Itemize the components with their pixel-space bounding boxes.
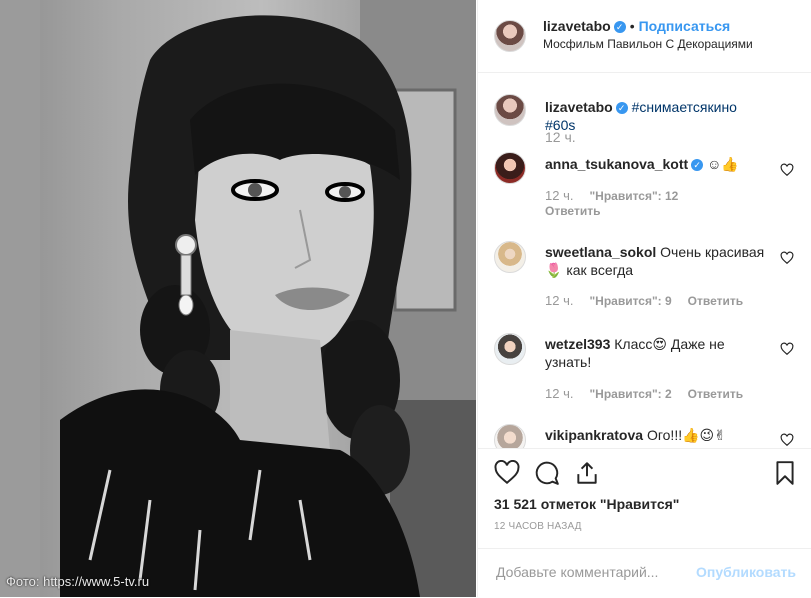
caption-text-line: lizavetabo ✓ #снимаетсякино #60s xyxy=(545,98,767,134)
comment-item: anna_tsukanova_kott ✓ ☺👍 12 ч. "Нравится":… xyxy=(494,152,794,232)
comment-item: vikipankratova Ого!!!👍😉✌ xyxy=(494,424,794,448)
comments-list[interactable]: lizavetabo ✓ #снимаетсякино #60s 12 ч. an… xyxy=(478,73,811,448)
comment-meta: 12 ч. "Нравится": 2 Ответить xyxy=(545,386,743,401)
verified-badge-icon: ✓ xyxy=(615,102,628,114)
author-username[interactable]: lizavetabo xyxy=(543,18,611,34)
comment-text: ☺👍 xyxy=(707,156,739,172)
author-avatar[interactable] xyxy=(494,20,526,52)
follow-button[interactable]: Подписаться xyxy=(639,18,731,34)
comment-input[interactable] xyxy=(494,563,698,581)
comment-like-heart-icon[interactable] xyxy=(780,342,794,356)
comment-reply-button[interactable]: Ответить xyxy=(688,294,743,308)
commenter-avatar[interactable] xyxy=(494,333,526,365)
comment-text-line: wetzel393 Класс😍 Даже не узнать! xyxy=(545,335,767,371)
commenter-avatar[interactable] xyxy=(494,241,526,273)
comment-likes[interactable]: "Нравится": 12 xyxy=(589,189,678,203)
post-header: lizavetabo ✓ • Подписаться Мосфильм Павильо… xyxy=(478,0,811,73)
commenter-avatar[interactable] xyxy=(494,152,526,184)
comment-meta: 12 ч. "Нравится": 12 xyxy=(545,188,678,203)
comment-item: wetzel393 Класс😍 Даже не узнать! 12 ч. "Н… xyxy=(494,333,794,413)
comment-likes[interactable]: "Нравится": 9 xyxy=(589,294,671,308)
heart-icon[interactable] xyxy=(494,460,520,486)
comment-text-line: vikipankratova Ого!!!👍😉✌ xyxy=(545,426,767,444)
caption-time: 12 ч. xyxy=(545,129,576,145)
separator-dot: • xyxy=(629,18,635,34)
comment-meta: 12 ч. "Нравится": 9 Ответить xyxy=(545,293,743,308)
comment-like-heart-icon[interactable] xyxy=(780,251,794,265)
comment-text: Ого!!!👍😉✌ xyxy=(646,427,726,443)
comment-item: sweetlana_sokol Очень красивая 🌷 как все… xyxy=(494,241,794,321)
comment-icon[interactable] xyxy=(534,460,560,486)
comment-reply-button[interactable]: Ответить xyxy=(545,204,600,218)
comment-username[interactable]: sweetlana_sokol xyxy=(545,244,656,260)
comment-like-heart-icon[interactable] xyxy=(780,433,794,447)
post-comment-button[interactable]: Опубликовать xyxy=(696,564,796,580)
comment-text-line: anna_tsukanova_kott ✓ ☺👍 xyxy=(545,155,767,173)
post-timestamp: 12 ЧАСОВ НАЗАД xyxy=(494,521,582,532)
comment-likes[interactable]: "Нравится": 2 xyxy=(589,387,671,401)
comment-username[interactable]: wetzel393 xyxy=(545,336,610,352)
comment-time: 12 ч. xyxy=(545,188,574,203)
post-location[interactable]: Мосфильм Павильон С Декорациями xyxy=(543,37,753,51)
share-icon[interactable] xyxy=(574,460,600,486)
comment-username[interactable]: anna_tsukanova_kott xyxy=(545,156,688,172)
commenter-avatar[interactable] xyxy=(494,424,526,448)
header-line: lizavetabo ✓ • Подписаться xyxy=(543,18,730,36)
add-comment-bar: Опубликовать xyxy=(478,548,811,598)
comment-time: 12 ч. xyxy=(545,386,574,401)
verified-badge-icon: ✓ xyxy=(691,159,704,171)
portrait-image xyxy=(0,0,476,597)
comment-reply-button[interactable]: Ответить xyxy=(688,387,743,401)
bookmark-icon[interactable] xyxy=(772,460,798,486)
caption-username[interactable]: lizavetabo xyxy=(545,99,613,115)
comment-like-heart-icon[interactable] xyxy=(780,163,794,177)
photo-credit: Фото: https://www.5-tv.ru xyxy=(6,574,150,589)
likes-count[interactable]: 31 521 отметок "Нравится" xyxy=(494,496,679,512)
post-side-panel: lizavetabo ✓ • Подписаться Мосфильм Павильо… xyxy=(477,0,811,597)
verified-badge-icon: ✓ xyxy=(613,21,626,33)
comment-time: 12 ч. xyxy=(545,293,574,308)
comment-text-line: sweetlana_sokol Очень красивая 🌷 как все… xyxy=(545,243,767,279)
post-actions: 31 521 отметок "Нравится" 12 ЧАСОВ НАЗАД xyxy=(478,448,811,549)
comment-username[interactable]: vikipankratova xyxy=(545,427,643,443)
post-photo[interactable]: Фото: https://www.5-tv.ru xyxy=(0,0,476,597)
caption-avatar[interactable] xyxy=(494,94,526,126)
